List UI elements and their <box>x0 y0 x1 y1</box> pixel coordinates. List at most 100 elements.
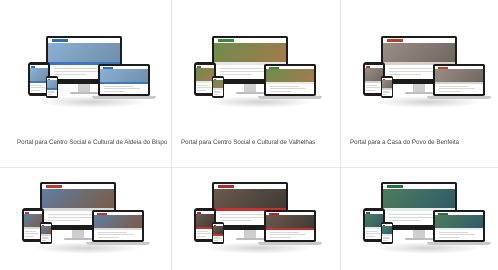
content-line <box>31 89 40 91</box>
content-line <box>366 233 380 235</box>
phone <box>212 76 224 98</box>
hero-photo <box>383 188 455 208</box>
content-line <box>197 85 209 87</box>
hero-photo <box>266 69 314 83</box>
laptop-screen <box>435 66 483 94</box>
phone <box>381 222 393 244</box>
monitor-base <box>405 238 433 240</box>
portfolio-item-caption: Portal para Centro Social e Cultural de … <box>17 139 168 146</box>
laptop-base <box>427 242 491 245</box>
content-line <box>97 232 127 234</box>
content-band <box>94 228 142 231</box>
content-band <box>435 82 483 85</box>
laptop <box>264 210 316 242</box>
content-line <box>269 234 306 236</box>
content-line <box>269 236 292 238</box>
device-mockup-image <box>194 36 322 108</box>
portfolio-item-caption: Portal para Centro Social e Cultural de … <box>181 139 316 146</box>
content-band <box>41 234 51 236</box>
content-line <box>103 86 133 88</box>
laptop <box>433 64 485 96</box>
content-band <box>266 82 314 85</box>
portfolio-item-valhelhas[interactable]: Portal para Centro Social e Cultural de … <box>172 0 340 167</box>
device-mockup-image <box>28 36 156 108</box>
monitor-stand <box>72 230 84 238</box>
phone-screen <box>382 224 392 242</box>
hero-photo <box>214 42 286 62</box>
monitor-base <box>236 92 264 94</box>
monitor-stand <box>244 84 256 92</box>
phone-screen <box>41 224 51 242</box>
site-logo <box>197 211 202 214</box>
site-logo <box>102 66 114 69</box>
site-logo <box>366 211 371 214</box>
site-logo <box>52 39 69 42</box>
site-logo <box>218 185 235 188</box>
portfolio-item-aldeia-do-bispo[interactable]: Portal para Centro Social e Cultural de … <box>0 0 171 167</box>
content-line <box>366 231 378 233</box>
site-logo <box>197 65 202 68</box>
content-line <box>47 213 91 215</box>
laptop <box>92 210 144 242</box>
content-line <box>388 67 432 69</box>
content-line <box>197 235 206 237</box>
portfolio-item-5[interactable] <box>172 168 340 270</box>
laptop-screen <box>266 66 314 94</box>
site-logo <box>96 212 108 215</box>
content-band <box>100 82 148 85</box>
site-logo <box>387 185 404 188</box>
hero-photo <box>383 42 455 62</box>
device-mockup-image <box>22 182 150 254</box>
laptop-screen <box>100 66 148 94</box>
hero-photo <box>48 42 120 62</box>
hero-photo <box>94 215 142 229</box>
phone-screen <box>213 224 223 242</box>
content-band <box>213 88 223 90</box>
monitor-stand <box>413 84 425 92</box>
phone <box>46 76 58 98</box>
laptop-base <box>86 242 150 245</box>
content-band <box>382 88 392 90</box>
laptop <box>433 210 485 242</box>
content-line <box>438 88 475 90</box>
hero-photo <box>213 226 223 235</box>
content-line <box>25 233 39 235</box>
phone <box>40 222 52 244</box>
laptop-base <box>258 242 322 245</box>
portfolio-grid: Portal para Centro Social e Cultural de … <box>0 0 498 270</box>
monitor-stand <box>78 84 90 92</box>
content-line <box>438 90 461 92</box>
content-line <box>269 232 299 234</box>
laptop-screen <box>266 212 314 240</box>
content-line <box>97 236 120 238</box>
phone-screen <box>382 78 392 96</box>
content-line <box>388 220 422 222</box>
content-band <box>266 228 314 231</box>
site-logo <box>46 185 63 188</box>
device-mockup-image <box>363 36 491 108</box>
site-logo <box>437 212 449 215</box>
content-line <box>382 93 388 95</box>
content-line <box>219 74 253 76</box>
hero-photo <box>100 69 148 83</box>
content-line <box>219 213 263 215</box>
phone-screen <box>213 78 223 96</box>
content-line <box>213 239 219 241</box>
content-line <box>97 234 134 236</box>
hero-photo <box>41 226 51 235</box>
monitor-stand <box>413 230 425 238</box>
portfolio-item-6[interactable] <box>341 168 498 270</box>
content-line <box>438 234 475 236</box>
content-line <box>47 93 53 95</box>
content-line <box>197 89 206 91</box>
portfolio-item-benfeita[interactable]: Portal para a Casa do Povo de Benfeita <box>341 0 498 167</box>
phone <box>212 222 224 244</box>
site-logo <box>366 65 371 68</box>
content-line <box>269 88 306 90</box>
content-line <box>366 87 380 89</box>
content-band <box>382 234 392 236</box>
device-mockup-image <box>363 182 491 254</box>
phone <box>381 76 393 98</box>
site-logo <box>25 211 30 214</box>
portfolio-item-4[interactable] <box>0 168 171 270</box>
